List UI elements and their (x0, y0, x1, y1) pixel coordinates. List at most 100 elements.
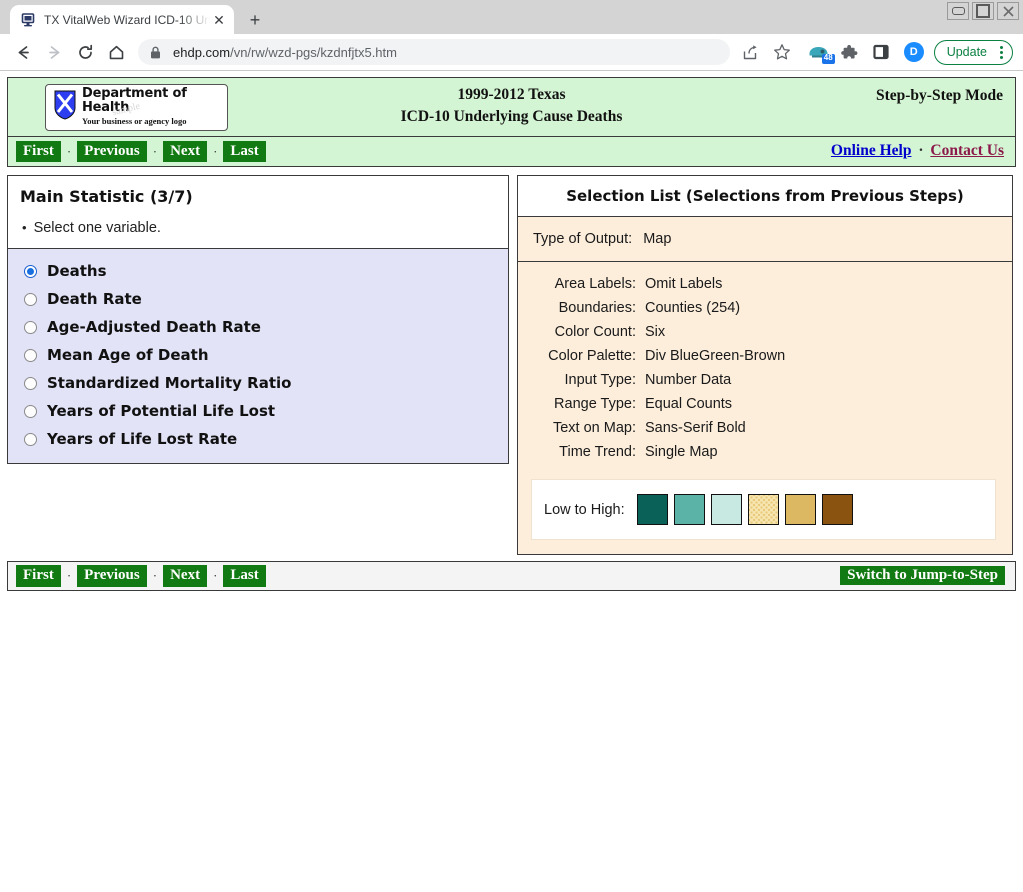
nav-next-button-top[interactable]: Next (163, 140, 208, 163)
update-button-label: Update (946, 45, 987, 59)
selection-row-text-on-map: Text on Map: Sans-Serif Bold (518, 416, 1012, 440)
browser-tab[interactable]: TX VitalWeb Wizard ICD-10 Unde ✕ (10, 5, 234, 34)
nav-last-button-bottom[interactable]: Last (223, 565, 266, 587)
selection-value: Six (645, 324, 666, 340)
online-help-link[interactable]: Online Help (831, 142, 912, 159)
radio-icon[interactable] (24, 404, 37, 418)
agency-logo: Department of Health Your business or ag… (45, 83, 228, 131)
three-dot-menu-icon[interactable] (996, 45, 1007, 59)
option-deaths[interactable]: Deaths (8, 257, 508, 285)
selection-row-type-of-output: Type of Output: Map (518, 217, 1012, 262)
selection-key: Input Type: (564, 372, 636, 388)
option-years-of-potential-life-lost[interactable]: Years of Potential Life Lost (8, 397, 508, 425)
radio-icon[interactable] (24, 320, 37, 334)
nav-separator: · (213, 568, 218, 583)
nav-separator: · (152, 568, 158, 583)
nav-bar-top: First · Previous · Next · Last Online He… (7, 137, 1016, 167)
address-bar[interactable]: ehdp.com/vn/rw/wzd-pgs/kzdnfjtx5.htm (138, 39, 730, 65)
option-age-adjusted-death-rate[interactable]: Age-Adjusted Death Rate (8, 313, 508, 341)
legend-swatch-2 (673, 494, 705, 525)
selection-key: Type of Output: (533, 231, 633, 247)
back-icon[interactable] (10, 39, 36, 65)
shield-saltire-icon (54, 90, 76, 125)
radio-icon[interactable] (24, 264, 37, 278)
nav-separator: · (66, 568, 72, 583)
nav-previous-button-top[interactable]: Previous (77, 140, 147, 163)
option-label: Years of Life Lost Rate (47, 430, 238, 448)
statistic-radio-group: Deaths Death Rate Age-Adjusted Death Rat… (8, 248, 508, 463)
switch-to-jump-to-step-button[interactable]: Switch to Jump-to-Step (840, 566, 1005, 585)
option-label: Standardized Mortality Ratio (47, 374, 292, 392)
radio-icon[interactable] (24, 432, 37, 446)
selection-value: Div BlueGreen-Brown (645, 348, 786, 364)
nav-separator: · (213, 143, 218, 159)
option-label: Years of Potential Life Lost (47, 402, 276, 420)
legend-swatch-6 (821, 494, 853, 525)
nav-previous-button-bottom[interactable]: Previous (77, 565, 147, 587)
page-viewport: Department of Health Your business or ag… (0, 70, 1023, 892)
selection-value: Number Data (645, 372, 732, 388)
close-button[interactable] (997, 2, 1019, 20)
selection-key: Color Count: (554, 324, 636, 340)
selection-row-range-type: Range Type: Equal Counts (518, 392, 1012, 416)
nav-first-button-top[interactable]: First (16, 140, 61, 163)
side-panel-icon[interactable] (868, 39, 894, 65)
main-statistic-panel: Main Statistic (3/7) • Select one variab… (7, 175, 509, 464)
selection-key: Time Trend: (559, 444, 636, 460)
contact-us-link[interactable]: Contact Us (930, 142, 1004, 159)
selection-row-input-type: Input Type: Number Data (518, 368, 1012, 392)
home-icon[interactable] (103, 39, 129, 65)
option-label: Age-Adjusted Death Rate (47, 318, 261, 336)
switch-mode-wrapper: Switch to Jump-to-Step (840, 566, 1005, 585)
update-button[interactable]: Update (933, 39, 1013, 65)
star-icon[interactable] (769, 39, 795, 65)
selection-row-boundaries: Boundaries: Counties (254) (518, 296, 1012, 320)
extension-icon[interactable]: 48 (806, 39, 835, 65)
new-tab-button[interactable]: + (240, 5, 270, 34)
option-years-of-life-lost-rate[interactable]: Years of Life Lost Rate (8, 425, 508, 453)
radio-icon[interactable] (24, 292, 37, 306)
puzzle-piece-icon[interactable] (837, 39, 863, 65)
computer-monitor-icon (20, 12, 36, 28)
lock-icon (150, 46, 164, 59)
option-standardized-mortality-ratio[interactable]: Standardized Mortality Ratio (8, 369, 508, 397)
avatar[interactable]: D (903, 42, 924, 62)
option-label: Mean Age of Death (47, 346, 209, 364)
legend-swatch-3 (710, 494, 742, 525)
selection-list-heading: Selection List (Selections from Previous… (518, 176, 1012, 217)
tab-title: TX VitalWeb Wizard ICD-10 Unde (44, 12, 210, 27)
logo-title: Department of Health (82, 85, 187, 116)
selection-row-area-labels: Area Labels: Omit Labels (518, 272, 1012, 296)
minimize-button[interactable] (947, 2, 969, 20)
close-icon[interactable]: ✕ (210, 11, 228, 29)
option-label: Death Rate (47, 290, 142, 308)
selection-value: Omit Labels (645, 276, 723, 292)
option-label: Deaths (47, 262, 107, 280)
selection-row-color-palette: Color Palette: Div BlueGreen-Brown (518, 344, 1012, 368)
logo-subtitle: Your business or agency logo (82, 116, 187, 127)
selection-key: Color Palette: (548, 348, 636, 364)
nav-last-button-top[interactable]: Last (223, 140, 266, 163)
panel-instruction: • Select one variable. (8, 206, 508, 248)
window-controls (947, 2, 1019, 20)
link-separator: · (918, 142, 924, 159)
option-mean-age-of-death[interactable]: Mean Age of Death (8, 341, 508, 369)
selection-key: Range Type: (554, 396, 636, 412)
option-death-rate[interactable]: Death Rate (8, 285, 508, 313)
panels-container: Main Statistic (3/7) • Select one variab… (7, 175, 1016, 555)
nav-next-button-bottom[interactable]: Next (163, 565, 208, 587)
reload-icon[interactable] (72, 39, 98, 65)
selection-list-panel: Selection List (Selections from Previous… (517, 175, 1013, 555)
panel-instruction-text: Select one variable. (33, 220, 161, 236)
legend-swatch-1 (636, 494, 668, 525)
extension-badge-count: 48 (821, 53, 835, 64)
radio-icon[interactable] (24, 376, 37, 390)
selection-value: Counties (254) (645, 300, 741, 316)
nav-first-button-bottom[interactable]: First (16, 565, 61, 587)
selection-value: Single Map (645, 444, 718, 460)
maximize-button[interactable] (972, 2, 994, 20)
radio-icon[interactable] (24, 348, 37, 362)
legend-swatch-5 (784, 494, 816, 525)
tab-strip: TX VitalWeb Wizard ICD-10 Unde ✕ + (0, 0, 1023, 34)
share-icon[interactable] (738, 39, 764, 65)
